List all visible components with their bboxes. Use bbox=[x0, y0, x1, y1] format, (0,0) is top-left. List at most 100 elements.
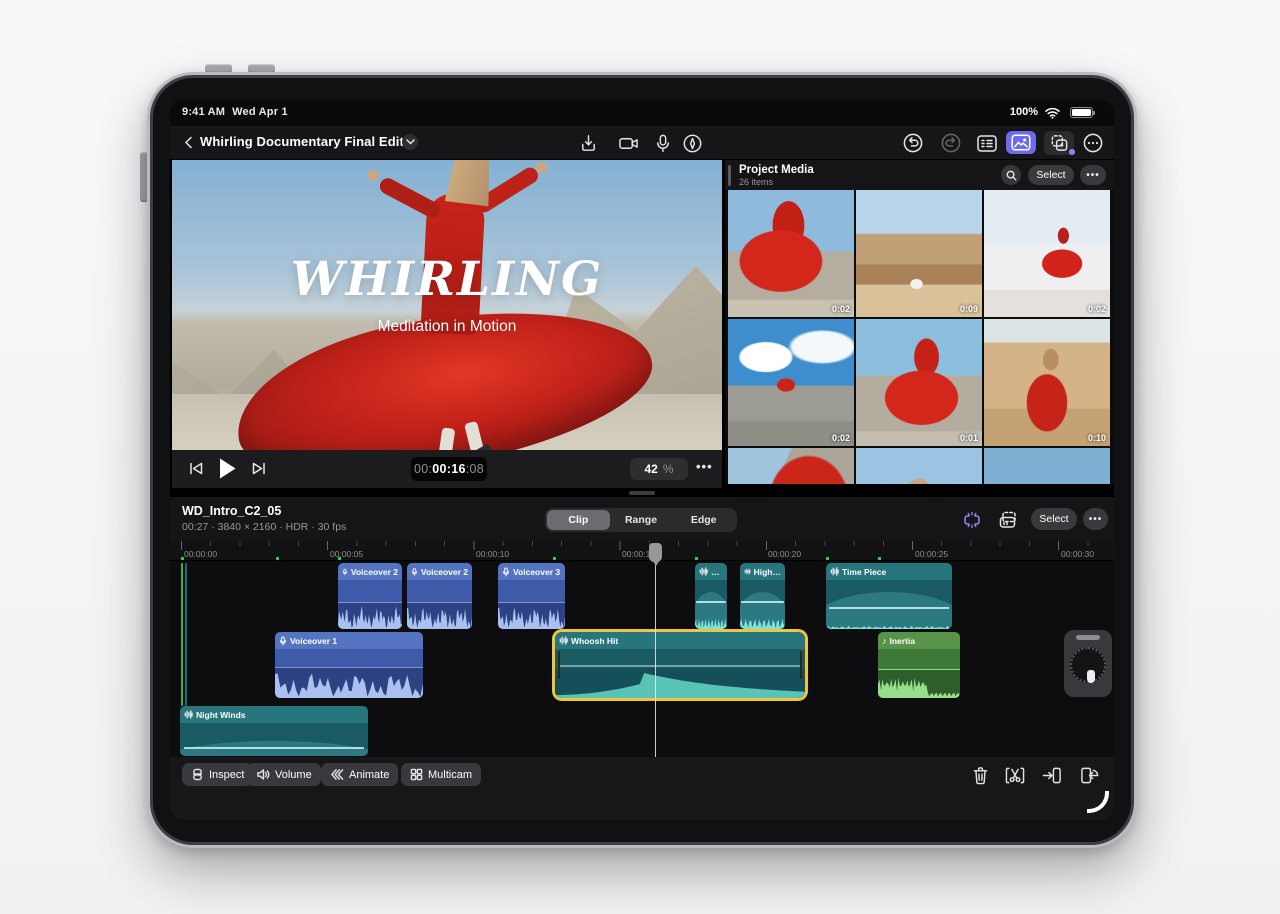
timeline-clip-meta: 00:27 · 3840 × 2160 · HDR · 30 fps bbox=[182, 521, 346, 533]
play-icon[interactable] bbox=[218, 457, 237, 480]
timeline-header: WD_Intro_C2_05 00:27 · 3840 × 2160 · HDR… bbox=[170, 497, 1114, 541]
playhead-handle[interactable] bbox=[649, 543, 662, 562]
status-bar: 9:41 AMWed Apr 1 100% bbox=[170, 100, 1114, 126]
media-thumbnail[interactable]: 0:09 bbox=[856, 190, 982, 317]
mode-edge[interactable]: Edge bbox=[672, 510, 735, 530]
pencil-tools-icon[interactable] bbox=[680, 131, 704, 155]
mode-clip[interactable]: Clip bbox=[547, 510, 610, 530]
video-viewer[interactable]: WHIRLING Meditation in Motion bbox=[172, 160, 722, 450]
split-clip-icon[interactable] bbox=[1004, 764, 1026, 786]
microphone-icon[interactable] bbox=[651, 131, 675, 155]
volume-button[interactable]: Volume bbox=[247, 763, 321, 786]
project-media-panel: Project Media 26 items Select ••• 0:02 0… bbox=[725, 160, 1114, 484]
project-title[interactable]: Whirling Documentary Final Edit bbox=[200, 134, 404, 149]
skip-forward-icon[interactable] bbox=[251, 460, 267, 477]
ruler-label: 00:00:25 bbox=[915, 549, 948, 559]
battery-icon bbox=[1070, 107, 1093, 118]
media-more-button[interactable]: ••• bbox=[1080, 165, 1106, 185]
title-chevron-down-icon[interactable] bbox=[402, 134, 418, 150]
jog-wheel[interactable] bbox=[1064, 630, 1112, 697]
jog-dial[interactable] bbox=[1070, 647, 1106, 683]
ruler-label: 00:00:30 bbox=[1061, 549, 1094, 559]
media-thumbnail[interactable] bbox=[856, 448, 982, 484]
ipad-device-frame: 9:41 AMWed Apr 1 100% Whirling Documenta… bbox=[147, 72, 1137, 848]
timeline-clip-time-piece[interactable]: Time Piece bbox=[826, 563, 952, 629]
mic-icon bbox=[502, 567, 510, 577]
viewer-more-icon[interactable]: ••• bbox=[696, 459, 713, 474]
top-toolbar: Whirling Documentary Final Edit bbox=[170, 126, 1114, 159]
audio-wave-icon bbox=[559, 636, 568, 645]
search-icon[interactable] bbox=[1001, 165, 1021, 185]
status-date: Wed Apr 1 bbox=[232, 106, 288, 118]
project-media-count: 26 items bbox=[739, 177, 773, 187]
timeline-clip-inertia[interactable]: ♪Inertia bbox=[878, 632, 960, 698]
trim-handle-right[interactable] bbox=[800, 651, 802, 679]
jog-pointer bbox=[1087, 670, 1095, 683]
timeline-clip-sfx-small[interactable]: … bbox=[695, 563, 727, 629]
timeline-clip-whoosh-hit[interactable]: Whoosh Hit bbox=[555, 632, 805, 698]
wifi-icon bbox=[1045, 107, 1060, 119]
insert-clip-icon[interactable] bbox=[1041, 764, 1063, 786]
dancer-hat bbox=[445, 160, 495, 206]
back-chevron-icon[interactable] bbox=[181, 134, 197, 151]
media-browser-icon[interactable] bbox=[1006, 131, 1036, 154]
trash-icon[interactable] bbox=[969, 764, 991, 786]
edit-mode-segmented-control: Clip Range Edge bbox=[545, 508, 737, 532]
trim-handle-left[interactable] bbox=[558, 651, 560, 679]
more-options-icon[interactable] bbox=[1081, 131, 1105, 155]
media-thumbnail[interactable]: 0:01 bbox=[856, 319, 982, 446]
media-thumbnail[interactable] bbox=[984, 448, 1110, 484]
clip-placement-icon[interactable] bbox=[996, 508, 1020, 532]
timeline-clip-night-winds[interactable]: Night Winds bbox=[180, 706, 368, 756]
project-media-title: Project Media bbox=[739, 164, 814, 176]
camera-icon[interactable] bbox=[616, 131, 640, 155]
timeline-clip-voiceover1[interactable]: Voiceover 1 bbox=[275, 632, 423, 698]
import-icon[interactable] bbox=[576, 131, 600, 155]
media-select-button[interactable]: Select bbox=[1028, 165, 1074, 185]
status-time: 9:41 AM bbox=[182, 106, 225, 118]
inspect-button[interactable]: Inspect bbox=[182, 763, 253, 786]
viewer-zoom-control[interactable]: 42% bbox=[630, 458, 688, 480]
ruler-label: 00:00:05 bbox=[330, 549, 363, 559]
clip-edge-marker bbox=[181, 563, 183, 706]
audio-wave-icon bbox=[744, 567, 751, 576]
project-media-header: Project Media 26 items Select ••• bbox=[725, 160, 1114, 190]
mic-icon bbox=[411, 567, 418, 577]
timeline-clip-voiceover2a[interactable]: Voiceover 2 bbox=[338, 563, 402, 629]
media-thumbnail[interactable] bbox=[728, 448, 854, 484]
timeline-clip-high[interactable]: High… bbox=[740, 563, 785, 629]
timeline-clip-name: WD_Intro_C2_05 bbox=[182, 504, 281, 518]
magnetic-timeline-icon[interactable] bbox=[960, 508, 984, 532]
media-thumbnail[interactable]: 0:02 bbox=[728, 190, 854, 317]
ruler-label: 00:00:00 bbox=[184, 549, 217, 559]
page-background: 9:41 AMWed Apr 1 100% Whirling Documenta… bbox=[0, 0, 1280, 914]
mic-icon bbox=[279, 636, 287, 646]
animate-button[interactable]: Animate bbox=[321, 763, 398, 786]
timeline-tracks[interactable]: Voiceover 2 Voiceover 2 Voiceover 3 … bbox=[170, 561, 1114, 757]
media-thumbnail[interactable]: 0:02 bbox=[984, 190, 1110, 317]
media-thumbnail[interactable]: 0:02 bbox=[728, 319, 854, 446]
timeline-ruler[interactable]: 00:00:00 00:00:05 00:00:10 00:00:15 00:0… bbox=[170, 541, 1114, 561]
timeline-clip-voiceover2b[interactable]: Voiceover 2 bbox=[407, 563, 472, 629]
panel-divider-handle[interactable] bbox=[629, 491, 655, 495]
media-thumbnail[interactable]: 0:10 bbox=[984, 319, 1110, 446]
music-note-icon: ♪ bbox=[882, 636, 887, 646]
panel-drag-bar[interactable] bbox=[728, 165, 731, 186]
browser-panel-icon[interactable] bbox=[975, 131, 999, 155]
speaker-icon bbox=[256, 768, 270, 781]
timeline-select-button[interactable]: Select bbox=[1031, 508, 1077, 530]
jog-drag-bar[interactable] bbox=[1076, 635, 1100, 640]
skip-back-icon[interactable] bbox=[188, 460, 204, 477]
overwrite-clip-icon[interactable] bbox=[1079, 764, 1101, 786]
redo-icon[interactable] bbox=[939, 131, 963, 155]
viewer-overlay-title: WHIRLING bbox=[172, 252, 722, 307]
media-grid: 0:02 0:09 0:02 0:02 0:01 0:10 bbox=[728, 190, 1114, 484]
mode-range[interactable]: Range bbox=[610, 510, 673, 530]
undo-icon[interactable] bbox=[901, 131, 925, 155]
ruler-label: 00:00:20 bbox=[768, 549, 801, 559]
timeline-clip-voiceover3[interactable]: Voiceover 3 bbox=[498, 563, 565, 629]
timecode-display[interactable]: 00:00:16:08 bbox=[411, 457, 487, 481]
timeline-more-button[interactable]: ••• bbox=[1083, 508, 1108, 530]
multicam-button[interactable]: Multicam bbox=[401, 763, 481, 786]
effects-icon[interactable] bbox=[1044, 131, 1074, 155]
